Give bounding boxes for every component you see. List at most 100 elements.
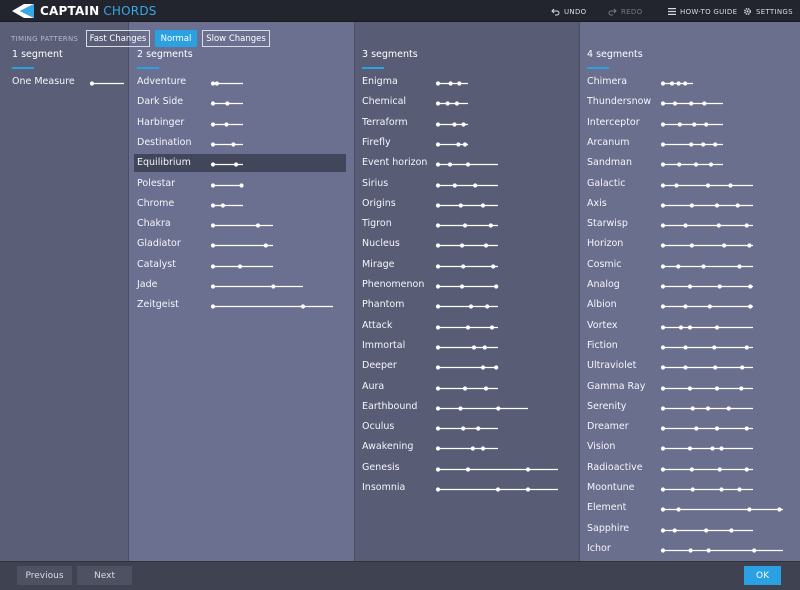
pattern-row[interactable]: Dreamer: [584, 418, 796, 436]
pattern-row[interactable]: Immortal: [359, 337, 571, 355]
pattern-row[interactable]: Equilibrium: [134, 154, 346, 173]
timing-pattern-graphic: [435, 446, 500, 451]
pattern-row[interactable]: Gladiator: [134, 235, 346, 253]
fast-changes-button[interactable]: Fast Changes: [86, 30, 150, 47]
pattern-row[interactable]: Axis: [584, 195, 796, 213]
timing-pattern-graphic: [210, 223, 275, 228]
pattern-name: Chimera: [587, 76, 628, 87]
pattern-row[interactable]: Phantom: [359, 296, 571, 314]
pattern-row[interactable]: Chakra: [134, 215, 346, 233]
pattern-row[interactable]: Analog: [584, 276, 796, 294]
segment-dot: [480, 203, 486, 208]
pattern-row[interactable]: Ultraviolet: [584, 357, 796, 375]
pattern-row[interactable]: Moontune: [584, 479, 796, 497]
pattern-row[interactable]: Horizon: [584, 235, 796, 253]
pattern-row[interactable]: Catalyst: [134, 256, 346, 274]
pattern-row[interactable]: Interceptor: [584, 114, 796, 132]
segment-dot: [660, 446, 666, 451]
pattern-row[interactable]: Attack: [359, 317, 571, 335]
settings-button[interactable]: SETTINGS: [743, 6, 793, 17]
pattern-row[interactable]: Earthbound: [359, 398, 571, 416]
pattern-row[interactable]: Harbinger: [134, 114, 346, 132]
how-to-guide-label: HOW-TO GUIDE: [680, 7, 738, 16]
app-logo: CAPTAIN CHORDS: [12, 4, 157, 18]
pattern-row[interactable]: Vision: [584, 438, 796, 456]
pattern-row[interactable]: Origins: [359, 195, 571, 213]
pattern-row[interactable]: Galactic: [584, 175, 796, 193]
segment-dot: [458, 203, 463, 208]
column-title-2-segments: 2 segments: [137, 49, 193, 60]
pattern-row[interactable]: Chemical: [359, 93, 571, 111]
segment-dot: [445, 101, 450, 106]
pattern-row[interactable]: Adventure: [134, 73, 346, 91]
pattern-row[interactable]: Terraform: [359, 114, 571, 132]
segment-dot: [737, 264, 742, 269]
pattern-row[interactable]: Cosmic: [584, 256, 796, 274]
pattern-row[interactable]: Chrome: [134, 195, 346, 213]
timing-pattern-graphic: [210, 81, 245, 86]
segment-dot: [660, 162, 666, 167]
pattern-row[interactable]: Polestar: [134, 175, 346, 193]
pattern-row[interactable]: Deeper: [359, 357, 571, 375]
pattern-row[interactable]: Gamma Ray: [584, 378, 796, 396]
segment-dot: [435, 446, 441, 451]
pattern-row[interactable]: Albion: [584, 296, 796, 314]
how-to-guide-button[interactable]: HOW-TO GUIDE: [668, 6, 737, 17]
segment-dot: [480, 365, 486, 370]
pattern-row[interactable]: Element: [584, 499, 796, 517]
pattern-row[interactable]: Insomnia: [359, 479, 571, 497]
pattern-row[interactable]: Ichor: [584, 540, 796, 558]
timing-pattern-svg: [435, 426, 498, 431]
pattern-row[interactable]: Phenomenon: [359, 276, 571, 294]
pattern-row[interactable]: Sapphire: [584, 520, 796, 538]
segment-dot: [435, 101, 441, 106]
pattern-row[interactable]: Oculus: [359, 418, 571, 436]
pattern-row[interactable]: Thundersnow: [584, 93, 796, 111]
timing-pattern-svg: [660, 304, 753, 309]
segment-dot: [458, 406, 463, 411]
pattern-row[interactable]: Destination: [134, 134, 346, 152]
previous-button[interactable]: Previous: [17, 566, 72, 585]
segment-dot: [676, 507, 681, 512]
undo-button[interactable]: UNDO: [551, 6, 586, 17]
segment-dot: [210, 203, 216, 208]
segment-dot: [713, 365, 718, 370]
pattern-row[interactable]: Serenity: [584, 398, 796, 416]
segment-dot: [224, 121, 229, 127]
next-button[interactable]: Next: [77, 566, 132, 585]
pattern-row[interactable]: One Measure: [6, 73, 128, 91]
pattern-row[interactable]: Sandman: [584, 154, 796, 172]
pattern-row[interactable]: Jade: [134, 276, 346, 294]
timing-pattern-svg: [210, 284, 303, 289]
segment-dot: [210, 182, 216, 188]
pattern-row[interactable]: Zeitgeist: [134, 296, 346, 314]
segment-dot: [687, 284, 693, 289]
pattern-row[interactable]: Starwisp: [584, 215, 796, 233]
normal-button[interactable]: Normal: [155, 30, 197, 47]
pattern-row[interactable]: Genesis: [359, 459, 571, 477]
pattern-row[interactable]: Sirius: [359, 175, 571, 193]
pattern-name: Horizon: [587, 238, 624, 250]
slow-changes-button[interactable]: Slow Changes: [202, 30, 270, 47]
timing-pattern-graphic: [210, 182, 245, 188]
pattern-row[interactable]: Awakening: [359, 438, 571, 456]
segment-dot: [263, 243, 268, 248]
pattern-row[interactable]: Firefly: [359, 134, 571, 152]
pattern-name: Arcanum: [587, 136, 630, 148]
redo-button[interactable]: REDO: [608, 6, 642, 17]
pattern-row[interactable]: Arcanum: [584, 134, 796, 152]
pattern-row[interactable]: Enigma: [359, 73, 571, 91]
pattern-row[interactable]: Nucleus: [359, 235, 571, 253]
pattern-row[interactable]: Chimera: [584, 73, 796, 91]
pattern-row[interactable]: Tigron: [359, 215, 571, 233]
pattern-row[interactable]: Vortex: [584, 317, 796, 335]
timing-pattern-graphic: [435, 81, 470, 86]
pattern-row[interactable]: Event horizon: [359, 154, 571, 172]
pattern-row[interactable]: Fiction: [584, 337, 796, 355]
ok-button[interactable]: OK: [744, 566, 781, 585]
pattern-row[interactable]: Mirage: [359, 256, 571, 274]
timing-pattern-svg: [210, 264, 273, 269]
pattern-row[interactable]: Dark Side: [134, 93, 346, 111]
pattern-row[interactable]: Radioactive: [584, 459, 796, 477]
pattern-row[interactable]: Aura: [359, 378, 571, 396]
